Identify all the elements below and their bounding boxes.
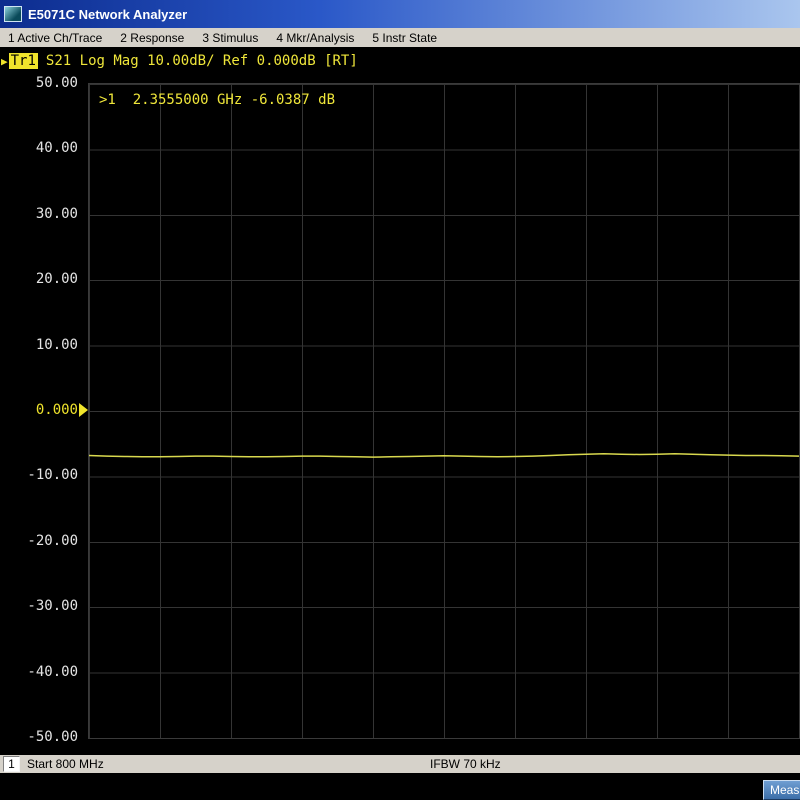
marker-readout: >1 2.3555000 GHz -6.0387 dB [99, 92, 335, 108]
network-analyzer-screen: E5071C Network Analyzer 1 Active Ch/Trac… [0, 0, 800, 800]
y-axis-label: -40.00 [27, 664, 78, 680]
y-axis-label: 30.00 [36, 206, 78, 222]
y-axis-label: -10.00 [27, 467, 78, 483]
menu-bar: 1 Active Ch/Trace 2 Response 3 Stimulus … [0, 28, 800, 47]
analyzer-display: ▶ Tr1 S21 Log Mag 10.00dB/ Ref 0.000dB [… [0, 47, 800, 755]
y-axis-label: 0.000 [36, 402, 78, 418]
graticule: >1 2.3555000 GHz -6.0387 dB [88, 83, 800, 739]
window-title: E5071C Network Analyzer [28, 7, 187, 22]
y-axis-label: 20.00 [36, 271, 78, 287]
menu-stimulus[interactable]: 3 Stimulus [202, 31, 258, 45]
y-axis-label: 50.00 [36, 75, 78, 91]
menu-active-ch-trace[interactable]: 1 Active Ch/Trace [8, 31, 102, 45]
y-axis-labels: 50.0040.0030.0020.0010.000.000-10.00-20.… [0, 83, 82, 737]
trace-line [89, 84, 799, 738]
status-bar: 1 Start 800 MHz IFBW 70 kHz [0, 755, 800, 773]
bottom-strip: Meas [0, 773, 800, 800]
trace-format-readout: S21 Log Mag 10.00dB/ Ref 0.000dB [RT] [46, 53, 358, 69]
ifbw-readout: IFBW 70 kHz [430, 757, 501, 771]
start-frequency-readout: Start 800 MHz [27, 757, 104, 771]
y-axis-label: 10.00 [36, 337, 78, 353]
y-axis-label: -30.00 [27, 598, 78, 614]
trace-label[interactable]: Tr1 [9, 53, 38, 69]
menu-mkr-analysis[interactable]: 4 Mkr/Analysis [276, 31, 354, 45]
title-bar: E5071C Network Analyzer [0, 0, 800, 28]
y-axis-label: -50.00 [27, 729, 78, 745]
trace-status-bar: ▶ Tr1 S21 Log Mag 10.00dB/ Ref 0.000dB [… [1, 53, 358, 69]
menu-response[interactable]: 2 Response [120, 31, 184, 45]
app-icon [4, 6, 22, 22]
y-axis-label: -20.00 [27, 533, 78, 549]
meas-softkey-button[interactable]: Meas [763, 780, 800, 800]
channel-indicator: 1 [3, 756, 20, 772]
y-axis-label: 40.00 [36, 140, 78, 156]
reference-level-marker-icon[interactable] [79, 403, 88, 417]
menu-instr-state[interactable]: 5 Instr State [372, 31, 437, 45]
active-trace-arrow-icon: ▶ [1, 55, 8, 68]
